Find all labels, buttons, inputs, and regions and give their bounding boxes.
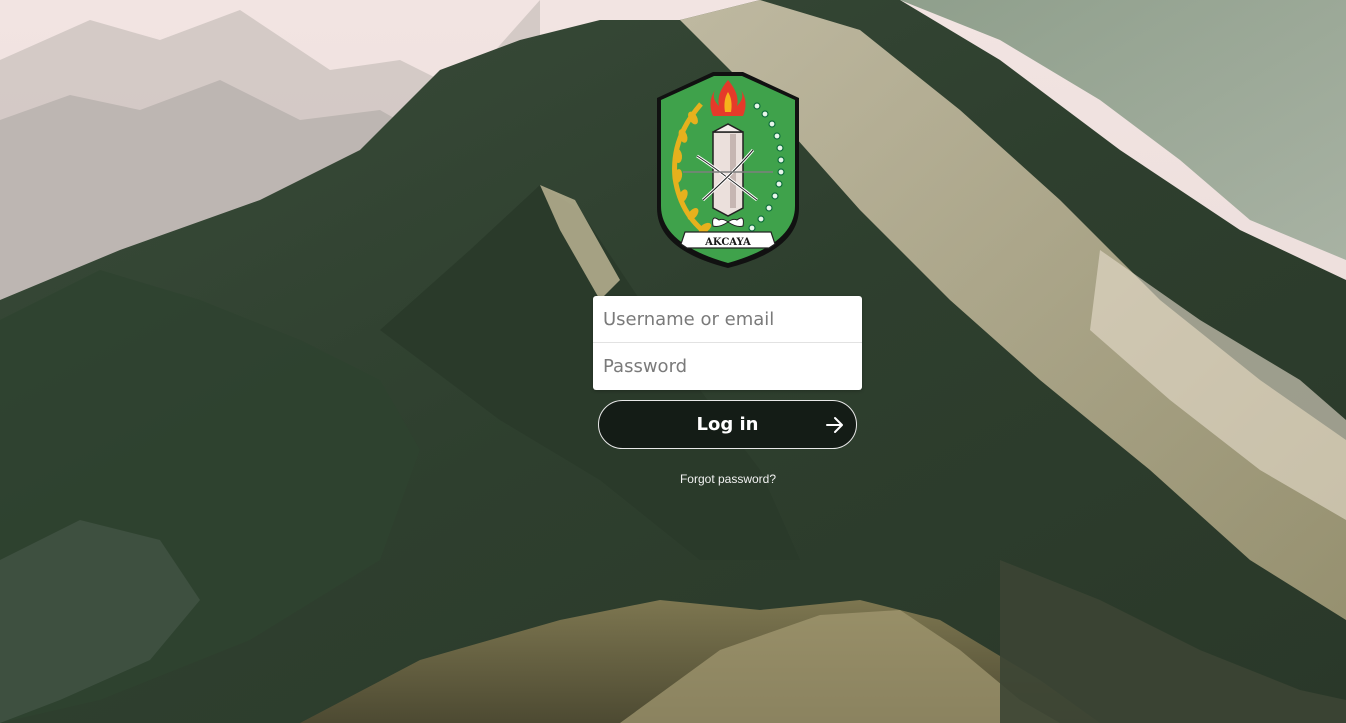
arrow-right-icon	[825, 415, 845, 435]
kalimantan-barat-logo: AKCAYA	[653, 68, 803, 270]
logo-ribbon-text: AKCAYA	[704, 237, 751, 248]
forgot-password-link[interactable]: Forgot password?	[628, 472, 828, 486]
login-form	[593, 296, 862, 390]
login-panel: AKCAYA Log in Forgot password?	[0, 0, 1346, 723]
login-button[interactable]: Log in	[598, 400, 857, 449]
username-input[interactable]	[593, 296, 862, 342]
password-input[interactable]	[593, 343, 862, 389]
login-button-label: Log in	[696, 414, 759, 435]
